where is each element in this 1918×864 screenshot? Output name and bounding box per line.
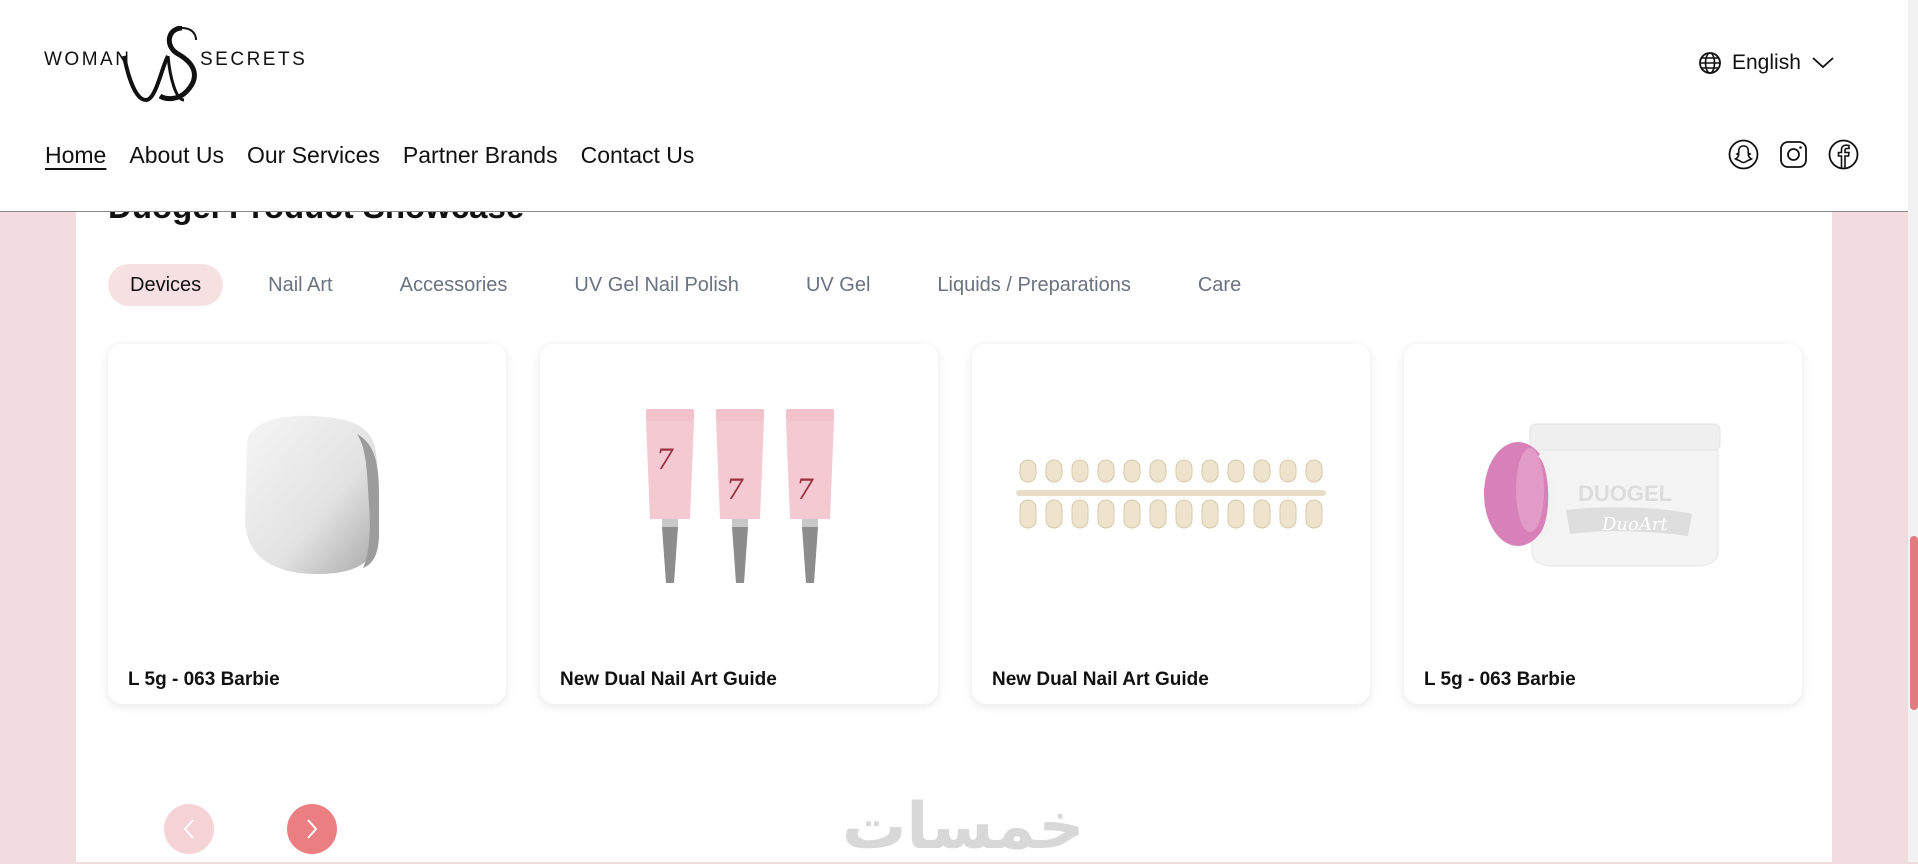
nail-tip (1019, 499, 1037, 529)
carousel-next-button[interactable] (287, 804, 337, 854)
product-title: New Dual Nail Art Guide (992, 669, 1209, 690)
svg-text:7: 7 (656, 443, 674, 476)
language-selector[interactable]: English (1698, 48, 1835, 78)
chevron-left-icon (183, 819, 194, 839)
nail-tip (1123, 459, 1141, 483)
social-links (1728, 139, 1859, 170)
nail-tip (1097, 459, 1115, 483)
page-scrollbar-track[interactable] (1908, 0, 1918, 862)
page-scrollbar-thumb[interactable] (1910, 536, 1918, 710)
nail-tip (1253, 499, 1271, 529)
tab-uv-gel[interactable]: UV Gel (784, 264, 892, 306)
nail-tip (1149, 459, 1167, 483)
product-title: L 5g - 063 Barbie (1424, 669, 1576, 690)
jar-brand-text: DUOGEL (1578, 481, 1672, 506)
nav-item-home[interactable]: Home (45, 142, 106, 169)
product-image-duogel-jar: DUOGEL DuoArt (1404, 344, 1802, 644)
nav-item-about-us[interactable]: About Us (129, 142, 224, 169)
nail-tip (1201, 459, 1219, 483)
nail-tip (1253, 459, 1271, 483)
tab-devices[interactable]: Devices (108, 264, 224, 306)
jar-line-text: DuoArt (1601, 514, 1668, 535)
nav-item-contact-us[interactable]: Contact Us (581, 142, 695, 169)
instagram-icon[interactable] (1778, 139, 1809, 170)
nail-tip (1305, 459, 1323, 483)
chevron-down-icon (1812, 57, 1834, 69)
nail-tip (1279, 499, 1297, 529)
product-carousel: L 5g - 063 Barbie 7 7 7 New Dual Nail Ar… (108, 344, 1802, 704)
chevron-right-icon (307, 819, 318, 839)
tab-nail-art[interactable]: Nail Art (246, 264, 354, 306)
nail-tip (1279, 459, 1297, 483)
carousel-prev-button[interactable] (164, 804, 214, 854)
nail-tip (1305, 499, 1323, 529)
nail-tip (1123, 499, 1141, 529)
site-header: WOMAN SECRETS English Home About Us Our … (0, 0, 1908, 212)
product-image-nail-tip-swatch (972, 344, 1370, 644)
nail-tip (1045, 459, 1063, 483)
nav-item-our-services[interactable]: Our Services (247, 142, 380, 169)
nail-tip (1019, 459, 1037, 483)
svg-text:7: 7 (796, 473, 814, 506)
nail-tip (1071, 459, 1089, 483)
nail-tip (1071, 499, 1089, 529)
nail-tip (1175, 499, 1193, 529)
product-card[interactable]: 7 7 7 New Dual Nail Art Guide (540, 344, 938, 704)
logo-text-secrets: SECRETS (200, 49, 308, 70)
brand-logo[interactable]: WOMAN SECRETS (44, 26, 305, 104)
tab-care[interactable]: Care (1176, 264, 1263, 306)
category-tabs: Devices Nail Art Accessories UV Gel Nail… (108, 264, 1286, 306)
product-card[interactable]: DUOGEL DuoArt L 5g - 063 Barbie (1404, 344, 1802, 704)
product-title: New Dual Nail Art Guide (560, 669, 777, 690)
nail-tip (1149, 499, 1167, 529)
product-card[interactable]: New Dual Nail Art Guide (972, 344, 1370, 704)
globe-icon (1699, 52, 1721, 74)
product-image-nail-lamp (108, 344, 506, 644)
main-nav: Home About Us Our Services Partner Brand… (45, 142, 694, 169)
product-image-gel-tubes: 7 7 7 (540, 344, 938, 644)
tab-liquids-preparations[interactable]: Liquids / Preparations (915, 264, 1152, 306)
nav-item-partner-brands[interactable]: Partner Brands (403, 142, 558, 169)
tab-accessories[interactable]: Accessories (378, 264, 530, 306)
nail-tip (1175, 459, 1193, 483)
nail-tip (1097, 499, 1115, 529)
nail-tip (1045, 499, 1063, 529)
tab-uv-gel-nail-polish[interactable]: UV Gel Nail Polish (552, 264, 761, 306)
product-title: L 5g - 063 Barbie (128, 669, 280, 690)
facebook-icon[interactable] (1828, 139, 1859, 170)
language-label: English (1732, 51, 1801, 74)
product-card[interactable]: L 5g - 063 Barbie (108, 344, 506, 704)
nail-tip (1201, 499, 1219, 529)
nail-tip (1227, 459, 1245, 483)
snapchat-icon[interactable] (1728, 139, 1759, 170)
nail-tip (1227, 499, 1245, 529)
watermark: خمسات (842, 790, 1085, 864)
svg-text:7: 7 (726, 473, 744, 506)
